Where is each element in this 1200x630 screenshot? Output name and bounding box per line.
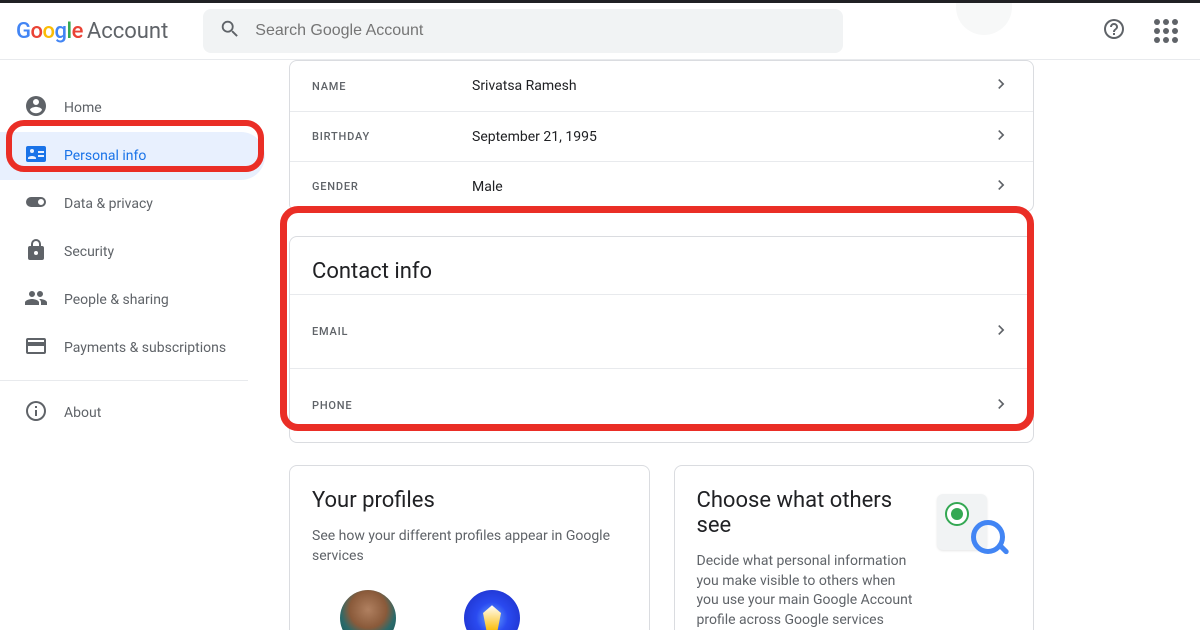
help-icon xyxy=(1102,17,1126,45)
card-description: Decide what personal information you mak… xyxy=(697,552,916,630)
row-value: September 21, 1995 xyxy=(472,129,991,145)
lock-icon xyxy=(24,238,48,266)
sidebar-item-payments[interactable]: Payments & subscriptions xyxy=(0,324,265,372)
account-word: Account xyxy=(87,19,168,44)
sidebar-item-personal-info[interactable]: Personal info xyxy=(0,132,265,180)
help-button[interactable] xyxy=(1094,11,1134,51)
row-label: EMAIL xyxy=(312,325,472,338)
row-label: PHONE xyxy=(312,399,472,412)
people-icon xyxy=(24,286,48,314)
sidebar-item-people-sharing[interactable]: People & sharing xyxy=(0,276,265,324)
chevron-right-icon xyxy=(991,394,1011,418)
contact-info-card: Contact info EMAIL PHONE xyxy=(289,236,1034,443)
profile-avatar-2[interactable] xyxy=(464,590,520,630)
search-icon xyxy=(219,18,241,44)
row-label: BIRTHDAY xyxy=(312,130,472,143)
home-icon xyxy=(24,94,48,122)
apps-button[interactable] xyxy=(1146,11,1186,51)
profile-preview-icon xyxy=(931,488,1011,568)
chevron-right-icon xyxy=(991,74,1011,98)
profile-avatar-1[interactable] xyxy=(340,590,396,630)
row-birthday[interactable]: BIRTHDAY September 21, 1995 xyxy=(290,111,1033,161)
sidebar-item-label: Personal info xyxy=(64,148,146,164)
sidebar-item-data-privacy[interactable]: Data & privacy xyxy=(0,180,265,228)
header: Google Account xyxy=(0,3,1200,60)
chevron-right-icon xyxy=(991,175,1011,199)
your-profiles-card[interactable]: Your profiles See how your different pro… xyxy=(289,465,650,630)
sidebar-item-label: People & sharing xyxy=(64,292,169,308)
id-card-icon xyxy=(24,142,48,170)
sidebar-divider xyxy=(0,380,248,381)
google-account-logo[interactable]: Google Account xyxy=(16,19,168,44)
card-title: Contact info xyxy=(290,259,1033,294)
card-title: Choose what others see xyxy=(697,488,916,538)
choose-what-others-see-card[interactable]: Choose what others see Decide what perso… xyxy=(674,465,1035,630)
row-value: Male xyxy=(472,179,991,195)
basic-info-card: NAME Srivatsa Ramesh BIRTHDAY September … xyxy=(289,60,1034,212)
card-description: See how your different profiles appear i… xyxy=(312,527,627,566)
search-input[interactable] xyxy=(255,22,827,40)
sidebar-item-label: Security xyxy=(64,244,114,260)
card-title: Your profiles xyxy=(312,488,627,513)
apps-icon xyxy=(1154,19,1178,43)
sidebar-item-about[interactable]: About xyxy=(0,389,265,437)
chevron-right-icon xyxy=(991,320,1011,344)
sidebar-item-label: Home xyxy=(64,100,102,116)
row-phone[interactable]: PHONE xyxy=(290,368,1033,442)
google-logo: Google xyxy=(16,19,83,44)
sidebar: Home Personal info Data & privacy Securi… xyxy=(0,60,265,630)
sidebar-item-security[interactable]: Security xyxy=(0,228,265,276)
row-email[interactable]: EMAIL xyxy=(290,294,1033,368)
row-name[interactable]: NAME Srivatsa Ramesh xyxy=(290,61,1033,111)
chevron-right-icon xyxy=(991,125,1011,149)
row-label: NAME xyxy=(312,80,472,93)
row-label: GENDER xyxy=(312,180,472,193)
search-bar[interactable] xyxy=(203,9,843,53)
sidebar-item-label: About xyxy=(64,405,101,421)
row-value: Srivatsa Ramesh xyxy=(472,78,991,94)
info-icon xyxy=(24,399,48,427)
main-content: NAME Srivatsa Ramesh BIRTHDAY September … xyxy=(265,60,1200,630)
row-gender[interactable]: GENDER Male xyxy=(290,161,1033,211)
sidebar-item-home[interactable]: Home xyxy=(0,84,265,132)
toggle-icon xyxy=(24,190,48,218)
sidebar-item-label: Payments & subscriptions xyxy=(64,340,226,356)
sidebar-item-label: Data & privacy xyxy=(64,196,153,212)
header-avatar-partial xyxy=(956,3,1012,35)
credit-card-icon xyxy=(24,334,48,362)
